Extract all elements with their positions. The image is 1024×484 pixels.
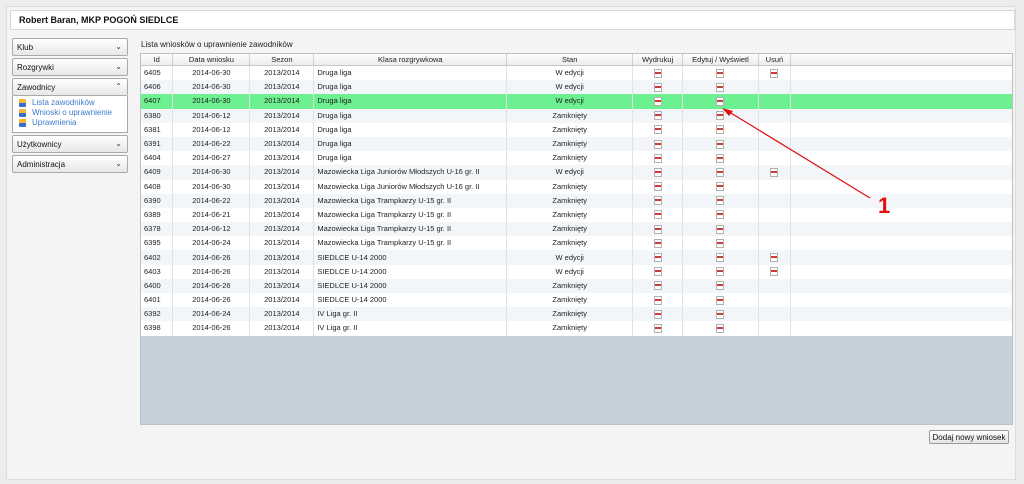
annotation-line	[725, 109, 871, 199]
annotation-label: 1	[878, 193, 891, 218]
annotation-arrow	[722, 108, 871, 199]
annotation-arrowhead	[722, 108, 733, 116]
